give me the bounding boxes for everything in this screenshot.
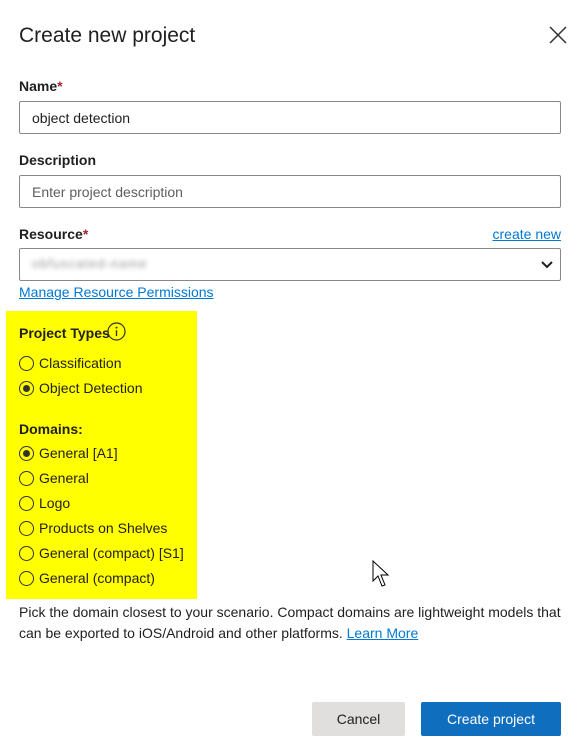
radio-domain-general-compact-s1[interactable]: General (compact) [S1] (19, 543, 184, 563)
radio-domain-logo[interactable]: Logo (19, 493, 70, 513)
radio-button[interactable] (19, 355, 34, 371)
radio-label: General (compact) (39, 570, 155, 586)
radio-label: Products on Shelves (39, 520, 168, 536)
resource-label-text: Resource (19, 226, 83, 242)
close-icon[interactable] (547, 24, 569, 46)
name-label-text: Name (19, 78, 58, 94)
radio-domain-general-compact[interactable]: General (compact) (19, 568, 155, 588)
radio-classification[interactable]: Classification (19, 353, 121, 373)
name-label: Name* (19, 78, 63, 94)
resource-label: Resource* (19, 226, 88, 242)
info-icon[interactable] (107, 322, 126, 341)
chevron-down-icon (541, 261, 553, 269)
resource-select[interactable]: obfuscated-name (19, 248, 561, 281)
radio-domain-general[interactable]: General (19, 468, 89, 488)
radio-button[interactable] (19, 545, 34, 561)
radio-button-checked[interactable] (19, 445, 34, 461)
radio-object-detection[interactable]: Object Detection (19, 378, 143, 398)
radio-button[interactable] (19, 470, 34, 486)
radio-domain-general-a1[interactable]: General [A1] (19, 443, 118, 463)
radio-label: Classification (39, 355, 122, 371)
radio-label: General (compact) [S1] (39, 545, 184, 561)
dialog-title: Create new project (19, 24, 196, 47)
domain-help-text-body: Pick the domain closest to your scenario… (19, 604, 561, 641)
name-input[interactable] (19, 101, 561, 134)
radio-domain-products-on-shelves[interactable]: Products on Shelves (19, 518, 167, 538)
radio-button[interactable] (19, 570, 34, 586)
radio-button[interactable] (19, 495, 34, 511)
domains-label: Domains: (19, 421, 83, 437)
radio-label: Logo (39, 495, 71, 511)
radio-button-checked[interactable] (19, 380, 34, 396)
name-required-mark: * (57, 78, 63, 94)
radio-label: General (39, 470, 89, 486)
project-types-label: Project Types (19, 325, 110, 341)
resource-selected-value: obfuscated-name (32, 256, 148, 271)
resource-required-mark: * (82, 226, 89, 242)
create-new-link[interactable]: create new (493, 226, 561, 242)
radio-button[interactable] (19, 520, 34, 536)
description-input[interactable] (19, 175, 561, 208)
manage-resource-permissions-link[interactable]: Manage Resource Permissions (19, 284, 214, 300)
domain-help-text: Pick the domain closest to your scenario… (19, 602, 571, 644)
description-label: Description (19, 152, 97, 168)
mouse-cursor-icon (372, 560, 390, 587)
create-project-dialog: Create new project Name* Description Res… (0, 0, 583, 751)
radio-label: Object Detection (39, 380, 143, 396)
create-project-button[interactable]: Create project (421, 702, 561, 736)
learn-more-link[interactable]: Learn More (347, 625, 419, 641)
radio-label: General [A1] (39, 445, 118, 461)
cancel-button[interactable]: Cancel (312, 702, 405, 736)
